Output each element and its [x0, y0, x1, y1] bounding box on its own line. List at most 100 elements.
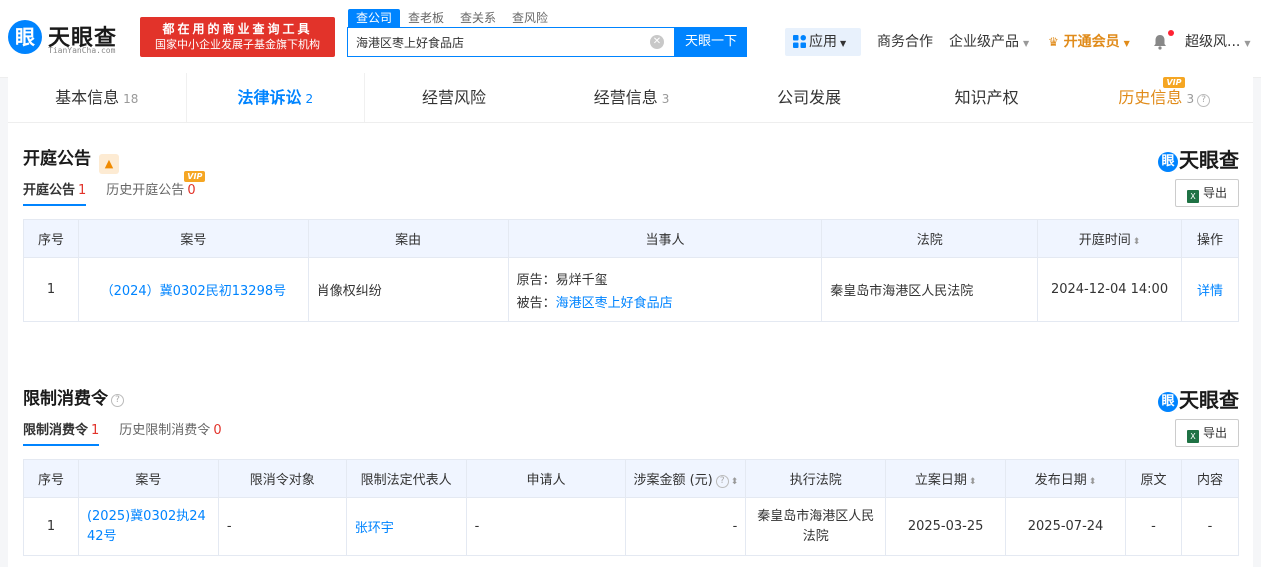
subtab-count: 1: [78, 183, 87, 198]
nav-business[interactable]: 商务合作: [877, 28, 933, 56]
cell-court: 秦皇岛市海港区人民法院: [821, 257, 1039, 322]
subtab-label: 历史限制消费令: [119, 423, 211, 438]
nav-vip-label: 开通会员: [1063, 34, 1120, 50]
logo-mark-icon: 眼: [1158, 392, 1178, 412]
tab-count: 3: [1186, 92, 1195, 106]
search-tab-company[interactable]: 查公司: [348, 9, 401, 27]
site-logo[interactable]: 眼 天眼查 TianYanCha.com: [8, 16, 132, 60]
tab-label: 知识产权: [954, 88, 1019, 107]
apps-label: 应用: [809, 34, 837, 50]
chevron-down-icon: ▼: [840, 39, 847, 48]
nav-user[interactable]: 超级风... ▼: [1185, 28, 1251, 56]
apps-grid-icon: [793, 35, 806, 48]
cell-index: 1: [23, 257, 79, 322]
tab-label: 历史信息: [1118, 88, 1183, 107]
excel-icon: X: [1186, 190, 1199, 203]
tab-basic-info[interactable]: 基本信息 18: [8, 73, 187, 122]
search-box: ✕: [347, 27, 675, 57]
defendant-label: 被告：: [516, 295, 556, 311]
tab-operating-info[interactable]: 经营信息 3: [543, 73, 721, 122]
tab-development[interactable]: 公司发展: [720, 73, 898, 122]
tab-label: 经营风险: [421, 88, 486, 107]
col-header-label: 发布日期: [1034, 473, 1087, 488]
tab-label: 法律诉讼: [237, 88, 302, 107]
sort-icon[interactable]: ⬍: [969, 477, 977, 487]
subtab-history-restrict[interactable]: 历史限制消费令 0: [119, 420, 221, 446]
tab-legal[interactable]: 法律诉讼 2: [186, 73, 366, 122]
help-icon[interactable]: ?: [715, 475, 729, 488]
subtab-restrict[interactable]: 限制消费令 1: [23, 420, 100, 446]
export-button[interactable]: X 导出: [1175, 179, 1239, 207]
col-header-label: 立案日期: [914, 473, 967, 488]
search-tab-relation[interactable]: 查关系: [452, 9, 504, 27]
col-header-sortable[interactable]: 立案日期 ⬍: [885, 459, 1007, 498]
help-icon[interactable]: ?: [1197, 94, 1211, 107]
search-button[interactable]: 天眼一下: [675, 27, 747, 57]
clear-icon[interactable]: ✕: [650, 35, 664, 49]
col-header: 执行法院: [745, 459, 887, 498]
sort-icon[interactable]: ⬍: [731, 477, 739, 487]
cell-file-date: 2025-03-25: [885, 497, 1007, 556]
col-header-sortable[interactable]: 涉案金额 (元)? ⬍: [625, 459, 747, 498]
tab-label: 基本信息: [55, 88, 120, 107]
subtab-court-notice[interactable]: 开庭公告 1: [23, 180, 87, 206]
col-header: 案号: [77, 219, 309, 258]
slogan-line1: 都在用的商业查询工具: [162, 22, 313, 36]
tab-operating-risk[interactable]: 经营风险: [365, 73, 543, 122]
col-header: 案由: [307, 219, 509, 258]
col-header: 案号: [77, 459, 219, 498]
search-tab-risk[interactable]: 查风险: [504, 9, 556, 27]
case-number-link[interactable]: (2025)冀0302执2442号: [77, 497, 219, 556]
cell-index: 1: [23, 497, 79, 556]
cell-original: -: [1125, 497, 1182, 556]
chevron-down-icon: ▼: [1244, 39, 1251, 48]
sort-icon[interactable]: ⬍: [1089, 477, 1097, 487]
logo-mark-icon: 眼: [1158, 152, 1178, 172]
case-number-link[interactable]: （2024）冀0302民初13298号: [77, 257, 309, 322]
bell-icon[interactable]: [1152, 34, 1168, 50]
details-link[interactable]: 详情: [1180, 257, 1240, 322]
logo-mark-icon: 眼: [8, 20, 42, 54]
cell-target: -: [217, 497, 347, 556]
col-header: 法院: [821, 219, 1039, 258]
subtab-history-court-notice[interactable]: VIP 历史开庭公告 0: [106, 171, 206, 206]
plaintiff-label: 原告：: [516, 272, 556, 288]
search-tab-boss[interactable]: 查老板: [400, 9, 452, 27]
export-label: 导出: [1202, 186, 1227, 200]
col-header: 原文: [1125, 459, 1182, 498]
legal-rep-link[interactable]: 张环宇: [345, 497, 467, 556]
sort-icon[interactable]: ⬍: [1133, 237, 1141, 247]
court-title-text: 开庭公告: [23, 149, 91, 169]
col-header-sortable[interactable]: 发布日期 ⬍: [1005, 459, 1127, 498]
col-header-sortable[interactable]: 开庭时间 ⬍: [1037, 219, 1182, 258]
vip-badge: VIP: [1163, 77, 1185, 88]
table-row: 1 （2024）冀0302民初13298号 肖像权纠纷 原告：易烊千玺 被告：海…: [23, 257, 1240, 322]
cell-amount: -: [625, 497, 747, 556]
tab-ip[interactable]: 知识产权: [898, 73, 1076, 122]
bell-icon[interactable]: ▲: [99, 154, 119, 174]
cell-content: -: [1180, 497, 1240, 556]
col-header: 内容: [1180, 459, 1240, 498]
main-tabs: 基本信息 18 法律诉讼 2 经营风险 经营信息 3 公司发展 知识产权 VIP 历史信…: [8, 73, 1253, 123]
help-icon[interactable]: ?: [111, 394, 124, 407]
col-header: 序号: [23, 459, 79, 498]
slogan-banner: 都在用的商业查询工具 国家中小企业发展子基金旗下机构: [140, 17, 335, 57]
tab-history[interactable]: VIP 历史信息 3?: [1075, 73, 1253, 122]
defendant-link[interactable]: 海港区枣上好食品店: [556, 296, 673, 311]
vip-badge: VIP: [184, 171, 206, 182]
court-subtabs: 开庭公告 1 VIP 历史开庭公告 0: [23, 171, 206, 206]
crown-icon: ♛: [1048, 35, 1059, 49]
subtab-label: 限制消费令: [23, 423, 89, 438]
export-button[interactable]: X 导出: [1175, 419, 1239, 447]
restrict-title-text: 限制消费令: [23, 389, 108, 409]
apps-menu[interactable]: 应用 ▼: [785, 28, 861, 56]
subtab-label: 历史开庭公告: [106, 183, 185, 198]
nav-enterprise[interactable]: 企业级产品 ▼: [949, 28, 1029, 56]
restrict-table: 序号 案号 限消令对象 限制法定代表人 申请人 涉案金额 (元)? ⬍ 执行法院 …: [23, 459, 1240, 556]
top-header: 眼 天眼查 TianYanCha.com 都在用的商业查询工具 国家中小企业发展…: [0, 0, 1261, 78]
col-header: 限制法定代表人: [345, 459, 467, 498]
restrict-section-title: 限制消费令?: [23, 384, 124, 409]
logo-subtext: TianYanCha.com: [48, 46, 116, 55]
search-input[interactable]: [348, 28, 638, 56]
nav-vip[interactable]: ♛ 开通会员 ▼: [1048, 28, 1130, 56]
